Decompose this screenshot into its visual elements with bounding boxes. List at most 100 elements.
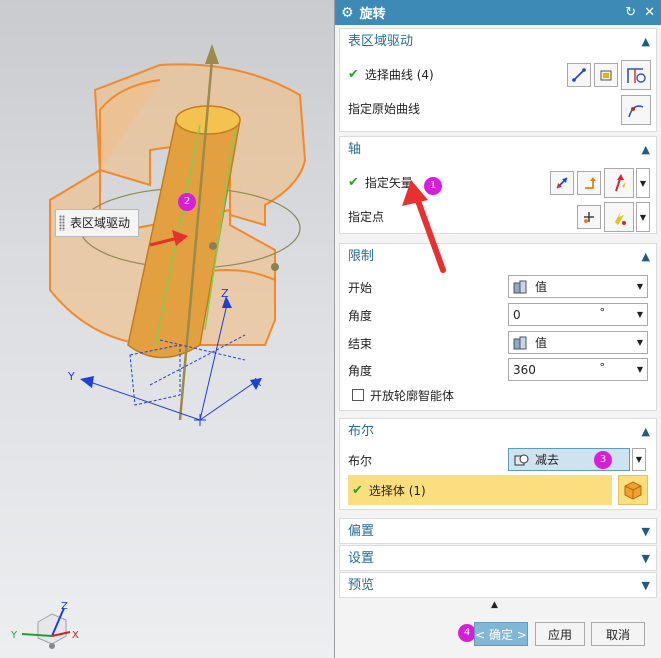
triad-y-label: Y bbox=[67, 370, 75, 383]
chevron-up-icon[interactable]: ▲ bbox=[642, 419, 650, 445]
inferred-vector-icon bbox=[615, 174, 626, 192]
curve-rule-button[interactable] bbox=[567, 63, 591, 87]
specify-original-curve-label: 指定原始曲线 bbox=[348, 101, 421, 116]
end-angle-input[interactable]: 360 ° ▼ bbox=[508, 358, 648, 381]
open-profile-label: 开放轮廓智能体 bbox=[370, 389, 455, 403]
start-type-value: 值 bbox=[535, 280, 548, 294]
section-header[interactable]: 偏置 ▼ bbox=[340, 519, 656, 545]
chevron-down-icon[interactable]: ▼ bbox=[642, 519, 650, 545]
vector-type-button[interactable] bbox=[604, 168, 634, 198]
chevron-down-icon[interactable]: ▼ bbox=[642, 573, 650, 599]
start-type-select[interactable]: 值 ▼ bbox=[508, 275, 648, 298]
section-offset[interactable]: 偏置 ▼ bbox=[339, 518, 657, 544]
chevron-down-icon: ▼ bbox=[639, 212, 647, 222]
corner-z-label: Z bbox=[61, 601, 68, 612]
start-angle-label: 角度 bbox=[348, 308, 373, 323]
point-dialog-icon bbox=[584, 212, 594, 223]
reverse-direction-button[interactable] bbox=[550, 171, 574, 195]
section-header[interactable]: 轴 ▲ bbox=[340, 137, 656, 163]
check-icon: ✔ bbox=[348, 174, 359, 190]
vector-dialog-button[interactable] bbox=[577, 171, 601, 195]
triad-x-label: X bbox=[254, 376, 262, 389]
section-title: 轴 bbox=[348, 142, 362, 157]
sketch-icon bbox=[600, 70, 612, 81]
ok-button[interactable]: < 确定 > bbox=[474, 622, 528, 646]
section-title: 布尔 bbox=[348, 424, 375, 439]
reset-icon[interactable]: ↻ bbox=[625, 5, 636, 20]
section-boolean: 布尔 ▲ 布尔 减去 ▼ 3 ✔ 选择体 (1) bbox=[339, 418, 657, 510]
point-dialog-button[interactable] bbox=[577, 205, 601, 229]
section-limits: 限制 ▲ 开始 值 ▼ 角度 0 ° ▼ 结束 值 ▼ 角度 360 ° ▼ 开… bbox=[339, 243, 657, 411]
dialog-titlebar: ⚙ 旋转 ↻ ✕ bbox=[335, 0, 661, 25]
section-preview[interactable]: 预览 ▼ bbox=[339, 572, 657, 598]
corner-x-label: X bbox=[72, 630, 79, 641]
model-scene: Z Y X Z Y X bbox=[10, 44, 307, 649]
degree-unit: ° bbox=[599, 361, 606, 374]
revolve-dialog: ⚙ 旋转 ↻ ✕ 表区域驱动 ▲ ✔ 选择曲线 (4) 指定原始曲线 轴 ▲ ✔… bbox=[334, 0, 661, 658]
triad-z-label: Z bbox=[221, 287, 229, 300]
sketch-section-button[interactable] bbox=[594, 63, 618, 87]
vector-dialog-icon bbox=[585, 177, 596, 189]
chevron-up-icon[interactable]: ▲ bbox=[642, 29, 650, 55]
check-icon: ✔ bbox=[348, 66, 359, 82]
cancel-button[interactable]: 取消 bbox=[591, 622, 645, 646]
section-surface-region-drive: 表区域驱动 ▲ ✔ 选择曲线 (4) 指定原始曲线 bbox=[339, 28, 657, 132]
chevron-up-icon[interactable]: ▲ bbox=[642, 244, 650, 270]
curve-dialog-button[interactable] bbox=[621, 60, 651, 90]
check-icon: ✔ bbox=[352, 482, 363, 498]
step-badge-3: 3 bbox=[594, 451, 612, 469]
section-settings[interactable]: 设置 ▼ bbox=[339, 545, 657, 571]
subtract-icon bbox=[514, 454, 529, 465]
section-title: 设置 bbox=[348, 551, 375, 566]
close-icon[interactable]: ✕ bbox=[644, 5, 655, 20]
chevron-down-icon[interactable]: ▼ bbox=[637, 310, 643, 319]
boolean-value: 减去 bbox=[535, 453, 560, 467]
end-label: 结束 bbox=[348, 336, 373, 351]
surface-region-drive-label[interactable]: 表区域驱动 bbox=[55, 209, 140, 237]
chevron-down-icon[interactable]: ▼ bbox=[642, 546, 650, 572]
section-header[interactable]: 表区域驱动 ▲ bbox=[340, 29, 656, 55]
dialog-title: 旋转 bbox=[359, 7, 386, 22]
step-badge-2: 2 bbox=[178, 193, 196, 211]
start-angle-input[interactable]: 0 ° ▼ bbox=[508, 303, 648, 326]
specify-point-label: 指定点 bbox=[348, 209, 385, 224]
section-header[interactable]: 设置 ▼ bbox=[340, 546, 656, 572]
original-curve-button[interactable] bbox=[621, 95, 651, 125]
collapse-all-icon[interactable]: ▲ bbox=[491, 600, 498, 610]
inferred-point-icon bbox=[615, 211, 626, 225]
select-curve-label: 选择曲线 (4) bbox=[364, 67, 434, 82]
end-angle-label: 角度 bbox=[348, 363, 373, 378]
select-body-row[interactable]: ✔ 选择体 (1) bbox=[348, 475, 612, 505]
original-curve-icon bbox=[628, 105, 644, 118]
degree-unit: ° bbox=[599, 306, 606, 319]
section-axis: 轴 ▲ ✔ 指定矢量 1 ▼ 指定点 ▼ bbox=[339, 136, 657, 234]
section-header[interactable]: 布尔 ▲ bbox=[340, 419, 656, 445]
select-body-button[interactable] bbox=[618, 475, 648, 505]
graphics-viewport[interactable]: Z Y X Z Y X 表区域驱动 2 bbox=[0, 0, 334, 658]
view-orientation-triad bbox=[21, 607, 71, 649]
end-type-select[interactable]: 值 ▼ bbox=[508, 331, 648, 354]
open-profile-checkbox[interactable] bbox=[352, 389, 364, 401]
drag-grip-icon[interactable] bbox=[59, 215, 65, 231]
start-angle-value: 0 bbox=[513, 307, 521, 322]
reverse-direction-icon bbox=[556, 177, 568, 189]
vector-type-dropdown[interactable]: ▼ bbox=[636, 168, 650, 198]
specify-original-curve-row[interactable]: 指定原始曲线 bbox=[348, 95, 650, 121]
chevron-up-icon[interactable]: ▲ bbox=[642, 137, 650, 163]
end-type-value: 值 bbox=[535, 336, 548, 350]
point-type-dropdown[interactable]: ▼ bbox=[636, 202, 650, 232]
point-type-button[interactable] bbox=[604, 202, 634, 232]
chevron-down-icon: ▼ bbox=[636, 338, 643, 347]
section-title: 预览 bbox=[348, 578, 375, 593]
chevron-down-icon[interactable]: ▼ bbox=[637, 365, 643, 374]
boolean-dropdown[interactable]: ▼ bbox=[632, 448, 646, 471]
chevron-down-icon: ▼ bbox=[636, 282, 643, 291]
specify-vector-label: 指定矢量 bbox=[364, 175, 413, 190]
curve-select-icon bbox=[572, 68, 586, 82]
section-curve-icon bbox=[627, 68, 646, 83]
solid-body-icon bbox=[624, 481, 642, 500]
section-header[interactable]: 预览 ▼ bbox=[340, 573, 656, 599]
apply-button[interactable]: 应用 bbox=[535, 622, 585, 646]
section-header[interactable]: 限制 ▲ bbox=[340, 244, 656, 270]
value-icon bbox=[513, 280, 527, 293]
